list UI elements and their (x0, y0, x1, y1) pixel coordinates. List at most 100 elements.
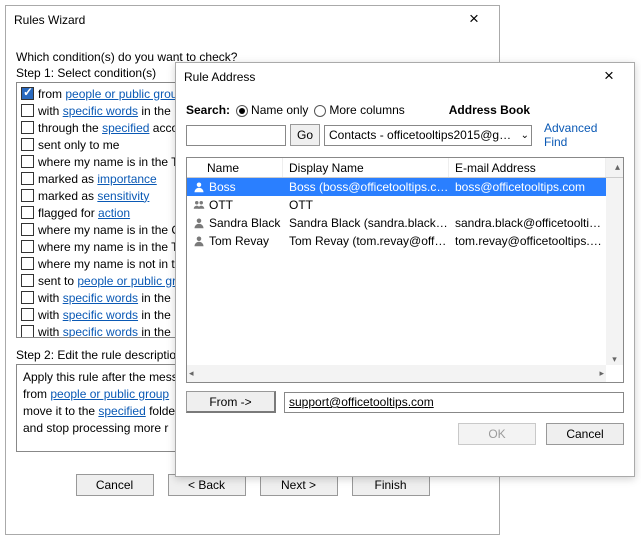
horizontal-scrollbar[interactable]: ◂▸ (187, 365, 606, 382)
go-button[interactable]: Go (290, 124, 320, 146)
advanced-find-link[interactable]: Advanced Find (544, 121, 624, 149)
rule-address-titlebar: Rule Address × (176, 63, 634, 91)
condition-link[interactable]: sensitivity (97, 189, 149, 203)
contact-name: Sandra Black (209, 216, 280, 230)
condition-text: through the specified acco (38, 121, 178, 135)
radio-icon (314, 105, 326, 117)
condition-text: where my name is in the To (38, 240, 184, 254)
condition-link[interactable]: people or public grou (65, 87, 177, 101)
contact-name: OTT (209, 198, 233, 212)
grid-header: Name Display Name E-mail Address ▴ (187, 158, 623, 178)
contact-email: sandra.black@officetooltips.... (449, 216, 606, 230)
condition-link[interactable]: people or public gr (77, 274, 176, 288)
search-input[interactable] (186, 125, 286, 146)
rules-wizard-title: Rules Wizard (14, 13, 85, 27)
condition-link[interactable]: importance (97, 172, 156, 186)
search-label: Search: (186, 103, 230, 117)
people-link[interactable]: people or public group (50, 387, 169, 401)
condition-text: sent only to me (38, 138, 119, 152)
condition-text: with specific words in the (38, 325, 171, 339)
rule-address-dialog: Rule Address × Search: Name only More co… (175, 62, 635, 477)
radio-name-only[interactable]: Name only (236, 103, 308, 117)
contact-email: tom.revay@officetooltips.com (449, 234, 606, 248)
condition-text: with specific words in the (38, 291, 171, 305)
person-icon (193, 235, 205, 247)
scroll-left-icon: ◂ (189, 368, 194, 379)
close-icon[interactable]: × (457, 9, 491, 31)
contact-name: Boss (209, 180, 236, 194)
ok-button: OK (458, 423, 536, 445)
finish-button[interactable]: Finish (352, 474, 430, 496)
search-controls: Go Contacts - officetooltips2015@gmail.c… (186, 121, 624, 149)
address-book-label: Address Book (449, 103, 530, 117)
condition-text: flagged for action (38, 206, 130, 220)
checkbox[interactable] (21, 257, 34, 270)
vertical-scrollbar[interactable]: ▾ (606, 178, 623, 365)
contacts-grid: Name Display Name E-mail Address ▴ BossB… (186, 157, 624, 383)
back-button[interactable]: < Back (168, 474, 246, 496)
col-email[interactable]: E-mail Address (449, 158, 606, 177)
cancel-button[interactable]: Cancel (546, 423, 624, 445)
col-name[interactable]: Name (187, 158, 283, 177)
checkbox[interactable] (21, 325, 34, 338)
group-icon (193, 199, 205, 211)
rules-wizard-titlebar: Rules Wizard × (6, 6, 499, 34)
checkbox[interactable] (21, 172, 34, 185)
condition-link[interactable]: specific words (63, 308, 138, 322)
checkbox[interactable] (21, 138, 34, 151)
scroll-right-icon: ▸ (599, 368, 604, 379)
col-display[interactable]: Display Name (283, 158, 449, 177)
condition-text: where my name is in the To (38, 155, 184, 169)
condition-link[interactable]: action (98, 206, 130, 220)
contact-row[interactable]: Tom Revay Tom Revay (tom.revay@officet...… (187, 232, 623, 250)
from-button[interactable]: From -> (186, 391, 276, 413)
condition-text: where my name is in the Cc (38, 223, 186, 237)
contact-row[interactable]: Boss Boss (boss@officetooltips.com)boss@o… (187, 178, 623, 196)
checkbox[interactable] (21, 308, 34, 321)
address-book-selected: Contacts - officetooltips2015@gmail.com (329, 128, 521, 142)
checkbox[interactable] (21, 87, 34, 100)
scroll-down-icon: ▾ (612, 354, 617, 365)
condition-text: marked as sensitivity (38, 189, 149, 203)
checkbox[interactable] (21, 274, 34, 287)
contact-display: Tom Revay (tom.revay@officet... (283, 234, 449, 248)
checkbox[interactable] (21, 223, 34, 236)
cancel-button[interactable]: Cancel (76, 474, 154, 496)
checkbox[interactable] (21, 240, 34, 253)
checkbox[interactable] (21, 155, 34, 168)
contact-row[interactable]: Sandra BlackSandra Black (sandra.black@o… (187, 214, 623, 232)
condition-link[interactable]: specific words (63, 291, 138, 305)
rule-address-title: Rule Address (184, 70, 255, 84)
condition-link[interactable]: specific words (63, 325, 138, 339)
from-row: From -> (186, 391, 624, 413)
condition-text: with specific words in the (38, 104, 171, 118)
contact-display: Sandra Black (sandra.black@o... (283, 216, 449, 230)
specified-link[interactable]: specified (98, 404, 145, 418)
search-row: Search: Name only More columns Address B… (186, 103, 624, 117)
checkbox[interactable] (21, 291, 34, 304)
contact-email: boss@officetooltips.com (449, 180, 606, 194)
wizard-buttons: Cancel < Back Next > Finish (16, 474, 489, 496)
condition-link[interactable]: specific words (63, 104, 138, 118)
chevron-down-icon: ⌄ (521, 130, 529, 141)
checkbox[interactable] (21, 189, 34, 202)
checkbox[interactable] (21, 121, 34, 134)
rule-address-buttons: OK Cancel (186, 423, 624, 445)
address-book-select[interactable]: Contacts - officetooltips2015@gmail.com … (324, 125, 532, 146)
radio-more-columns[interactable]: More columns (314, 103, 404, 117)
close-icon[interactable]: × (592, 66, 626, 88)
condition-link[interactable]: specified (102, 121, 149, 135)
contact-display: Boss (boss@officetooltips.com) (283, 180, 449, 194)
from-input[interactable] (284, 392, 624, 413)
person-icon (193, 217, 205, 229)
person-icon (193, 181, 205, 193)
grid-body[interactable]: Boss Boss (boss@officetooltips.com)boss@o… (187, 178, 623, 365)
next-button[interactable]: Next > (260, 474, 338, 496)
checkbox[interactable] (21, 206, 34, 219)
contact-name: Tom Revay (209, 234, 269, 248)
condition-text: from people or public grou (38, 87, 177, 101)
checkbox[interactable] (21, 104, 34, 117)
scroll-up-icon[interactable]: ▴ (606, 158, 623, 177)
condition-text: with specific words in the (38, 308, 171, 322)
contact-row[interactable]: OTTOTT (187, 196, 623, 214)
